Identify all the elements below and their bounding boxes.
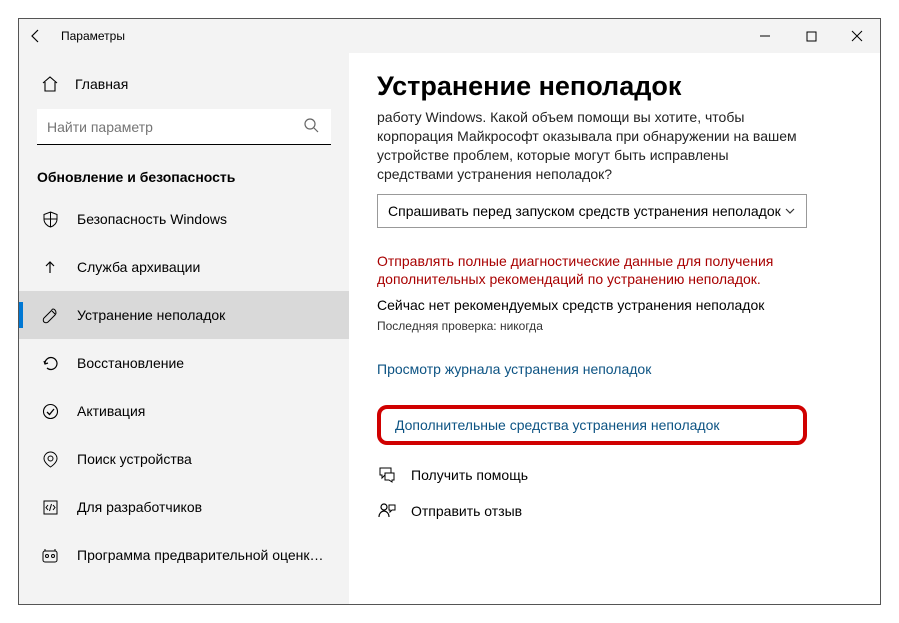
insider-icon bbox=[41, 546, 59, 564]
titlebar: Параметры bbox=[19, 19, 880, 53]
sidebar-item-label: Поиск устройства bbox=[77, 451, 331, 467]
highlight-annotation: Дополнительные средства устранения непол… bbox=[377, 405, 807, 445]
page-title: Устранение неполадок bbox=[377, 71, 852, 102]
search-input[interactable] bbox=[37, 109, 331, 145]
recovery-icon bbox=[41, 354, 59, 372]
sidebar-item-label: Служба архивации bbox=[77, 259, 331, 275]
body: Главная Обновление и безопасность Безопа… bbox=[19, 53, 880, 604]
home-icon bbox=[41, 75, 59, 93]
troubleshoot-icon bbox=[41, 306, 59, 324]
sidebar-item-security[interactable]: Безопасность Windows bbox=[19, 195, 349, 243]
feedback-icon bbox=[377, 501, 397, 521]
get-help-link[interactable]: Получить помощь bbox=[377, 465, 852, 485]
close-button[interactable] bbox=[834, 19, 880, 53]
sidebar-item-label: Безопасность Windows bbox=[77, 211, 331, 227]
search-container bbox=[19, 101, 349, 159]
diagnostic-warning: Отправлять полные диагностические данные… bbox=[377, 252, 807, 290]
sidebar-item-troubleshoot[interactable]: Устранение неполадок bbox=[19, 291, 349, 339]
home-button[interactable]: Главная bbox=[19, 67, 349, 101]
sidebar-item-insider[interactable]: Программа предварительной оценки Windows bbox=[19, 531, 349, 579]
sidebar-item-label: Восстановление bbox=[77, 355, 331, 371]
main-content: Устранение неполадок работу Windows. Как… bbox=[349, 53, 880, 604]
sidebar-item-label: Для разработчиков bbox=[77, 499, 331, 515]
get-help-label: Получить помощь bbox=[411, 467, 528, 483]
intro-text: работу Windows. Какой объем помощи вы хо… bbox=[377, 108, 807, 184]
sidebar-item-label: Активация bbox=[77, 403, 331, 419]
sidebar-item-backup[interactable]: Служба архивации bbox=[19, 243, 349, 291]
shield-icon bbox=[41, 210, 59, 228]
sidebar: Главная Обновление и безопасность Безопа… bbox=[19, 53, 349, 604]
back-button[interactable] bbox=[19, 19, 53, 53]
sidebar-item-developer[interactable]: Для разработчиков bbox=[19, 483, 349, 531]
status-text: Сейчас нет рекомендуемых средств устране… bbox=[377, 297, 852, 313]
history-link[interactable]: Просмотр журнала устранения неполадок bbox=[377, 361, 852, 377]
sidebar-item-recovery[interactable]: Восстановление bbox=[19, 339, 349, 387]
find-device-icon bbox=[41, 450, 59, 468]
additional-troubleshoot-link[interactable]: Дополнительные средства устранения непол… bbox=[395, 417, 789, 433]
send-feedback-link[interactable]: Отправить отзыв bbox=[377, 501, 852, 521]
minimize-button[interactable] bbox=[742, 19, 788, 53]
sidebar-item-find-device[interactable]: Поиск устройства bbox=[19, 435, 349, 483]
feedback-label: Отправить отзыв bbox=[411, 503, 522, 519]
developer-icon bbox=[41, 498, 59, 516]
section-header: Обновление и безопасность bbox=[19, 159, 349, 195]
window-controls bbox=[742, 19, 880, 53]
sidebar-item-activation[interactable]: Активация bbox=[19, 387, 349, 435]
maximize-button[interactable] bbox=[788, 19, 834, 53]
recommendation-dropdown[interactable]: Спрашивать перед запуском средств устран… bbox=[377, 194, 807, 228]
home-label: Главная bbox=[75, 76, 128, 92]
dropdown-value: Спрашивать перед запуском средств устран… bbox=[388, 203, 781, 219]
last-check-text: Последняя проверка: никогда bbox=[377, 319, 852, 333]
settings-window: Параметры Главная bbox=[18, 18, 881, 605]
chevron-down-icon bbox=[784, 205, 796, 217]
window-title: Параметры bbox=[61, 29, 125, 43]
activation-icon bbox=[41, 402, 59, 420]
sidebar-item-label: Устранение неполадок bbox=[77, 307, 331, 323]
sidebar-item-label: Программа предварительной оценки Windows bbox=[77, 547, 331, 563]
help-chat-icon bbox=[377, 465, 397, 485]
archive-icon bbox=[41, 258, 59, 276]
